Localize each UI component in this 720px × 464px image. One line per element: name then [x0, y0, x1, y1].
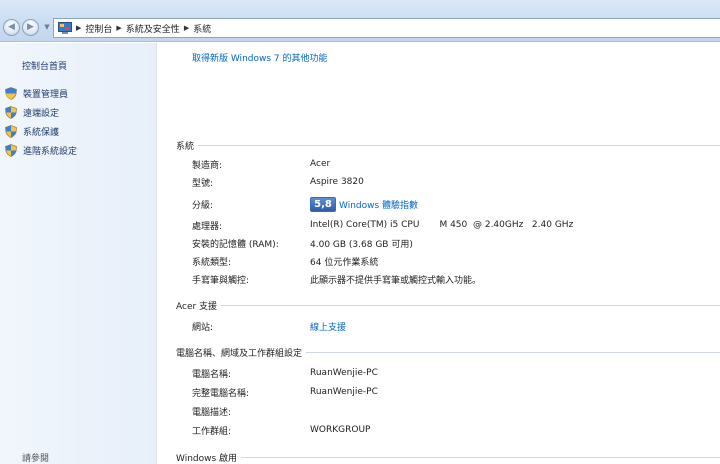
back-button[interactable]: ◀: [3, 19, 20, 36]
row-label: 電腦名稱:: [192, 369, 232, 380]
chevron-right-icon[interactable]: ▶: [116, 24, 121, 32]
website-row: 網站: 線上支援: [192, 319, 720, 333]
section-divider: [198, 144, 720, 146]
section-divider: [306, 351, 720, 353]
ram-row: 安裝的記憶體 (RAM): 4.00 GB (3.68 GB 可用): [192, 236, 720, 250]
system-section-header: 系統: [176, 139, 720, 152]
arrow-right-icon: ▶: [27, 22, 34, 32]
row-label: 完整電腦名稱:: [192, 388, 250, 399]
rating-row: 分級: 5,8 Windows 體驗指數: [192, 195, 720, 213]
ram-value: 4.00 GB (3.68 GB 可用): [310, 239, 413, 250]
row-label: 系統類型:: [192, 257, 232, 268]
breadcrumb-control-panel[interactable]: 控制台: [85, 22, 112, 35]
row-label: 電腦描述:: [192, 407, 232, 418]
processor-value: Intel(R) Core(TM) i5 CPU M 450 @ 2.40GHz…: [310, 220, 574, 230]
uac-shield-icon: [5, 87, 17, 100]
section-divider: [241, 456, 720, 458]
uac-shield-icon: [5, 125, 17, 138]
pen-touch-value: 此顯示器不提供手寫筆或觸控式輸入功能。: [310, 275, 482, 286]
row-label: 網站:: [192, 322, 214, 333]
manufacturer-row: 製造商: Acer: [192, 157, 720, 171]
task-list: 裝置管理員 遠端設定 系統保護 進階系統設定: [5, 84, 77, 160]
computer-name-section-header: 電腦名稱、網域及工作群組設定: [176, 346, 720, 359]
full-computer-name-value: RuanWenjie-PC: [310, 387, 378, 397]
breadcrumb-system[interactable]: 系統: [193, 22, 211, 35]
chevron-down-icon: ▼: [44, 23, 50, 31]
forward-button[interactable]: ▶: [22, 19, 39, 36]
experience-index-badge[interactable]: 5,8: [310, 196, 336, 212]
control-panel-home-link[interactable]: 控制台首頁: [22, 59, 67, 72]
recent-pages-button[interactable]: ▼: [42, 22, 52, 32]
uac-shield-icon: [5, 106, 17, 119]
system-type-value: 64 位元作業系統: [310, 257, 379, 268]
task-label: 進階系統設定: [23, 147, 78, 157]
section-title: Acer 支援: [176, 301, 218, 312]
section-divider: [221, 304, 720, 306]
task-label: 裝置管理員: [23, 90, 69, 100]
task-advanced-system-settings[interactable]: 進階系統設定: [5, 141, 77, 160]
left-task-pane: 控制台首頁 裝置管理員 遠端設定 系統保護 進階系統設定 請參閱: [0, 43, 157, 464]
computer-name-row: 電腦名稱: RuanWenjie-PC: [192, 366, 720, 380]
workgroup-row: 工作群組: WORKGROUP: [192, 423, 720, 437]
section-title: 電腦名稱、網域及工作群組設定: [176, 348, 303, 359]
chevron-right-icon[interactable]: ▶: [184, 24, 189, 32]
row-label: 處理器:: [192, 221, 223, 232]
row-label: 分級:: [192, 200, 214, 211]
see-also-heading: 請參閱: [22, 454, 50, 464]
row-label: 型號:: [192, 178, 214, 189]
model-row: 型號: Aspire 3820: [192, 175, 720, 189]
main-content: 取得新版 Windows 7 的其他功能 系統 製造商: Acer 型號: As…: [158, 43, 720, 464]
pen-touch-row: 手寫筆與觸控: 此顯示器不提供手寫筆或觸控式輸入功能。: [192, 272, 720, 286]
support-section-header: Acer 支援: [176, 299, 720, 312]
system-type-row: 系統類型: 64 位元作業系統: [192, 254, 720, 268]
arrow-left-icon: ◀: [8, 22, 15, 32]
anytime-upgrade-link[interactable]: 取得新版 Windows 7 的其他功能: [192, 51, 327, 64]
computer-name-value: RuanWenjie-PC: [310, 368, 378, 378]
control-panel-icon: [58, 22, 72, 34]
rating-value: 5,8 Windows 體驗指數: [310, 196, 418, 212]
computer-description-row: 電腦描述:: [192, 404, 720, 418]
task-label: 遠端設定: [23, 109, 60, 119]
online-support-link[interactable]: 線上支援: [310, 320, 346, 333]
task-device-manager[interactable]: 裝置管理員: [5, 84, 77, 103]
processor-row: 處理器: Intel(R) Core(TM) i5 CPU M 450 @ 2.…: [192, 218, 720, 232]
row-label: 工作群組:: [192, 426, 232, 437]
row-label: 安裝的記憶體 (RAM):: [192, 239, 279, 250]
section-title: Windows 啟用: [176, 453, 238, 464]
full-computer-name-row: 完整電腦名稱: RuanWenjie-PC: [192, 385, 720, 399]
breadcrumb-system-security[interactable]: 系統及安全性: [126, 22, 180, 35]
row-label: 製造商:: [192, 160, 223, 171]
manufacturer-value: Acer: [310, 159, 331, 169]
chevron-right-icon[interactable]: ▶: [76, 24, 81, 32]
address-bar[interactable]: ▶ 控制台 ▶ 系統及安全性 ▶ 系統: [53, 18, 720, 38]
section-title: 系統: [176, 141, 195, 152]
uac-shield-icon: [5, 144, 17, 157]
model-value: Aspire 3820: [310, 177, 364, 187]
address-toolbar: ◀ ▶ ▼ ▶ 控制台 ▶ 系統及安全性 ▶ 系統: [0, 0, 720, 42]
workgroup-value: WORKGROUP: [310, 425, 371, 435]
task-label: 系統保護: [23, 128, 60, 138]
task-system-protection[interactable]: 系統保護: [5, 122, 77, 141]
task-remote-settings[interactable]: 遠端設定: [5, 103, 77, 122]
activation-section-header: Windows 啟用: [176, 451, 720, 464]
row-label: 手寫筆與觸控:: [192, 275, 250, 286]
experience-index-link[interactable]: Windows 體驗指數: [339, 198, 418, 211]
